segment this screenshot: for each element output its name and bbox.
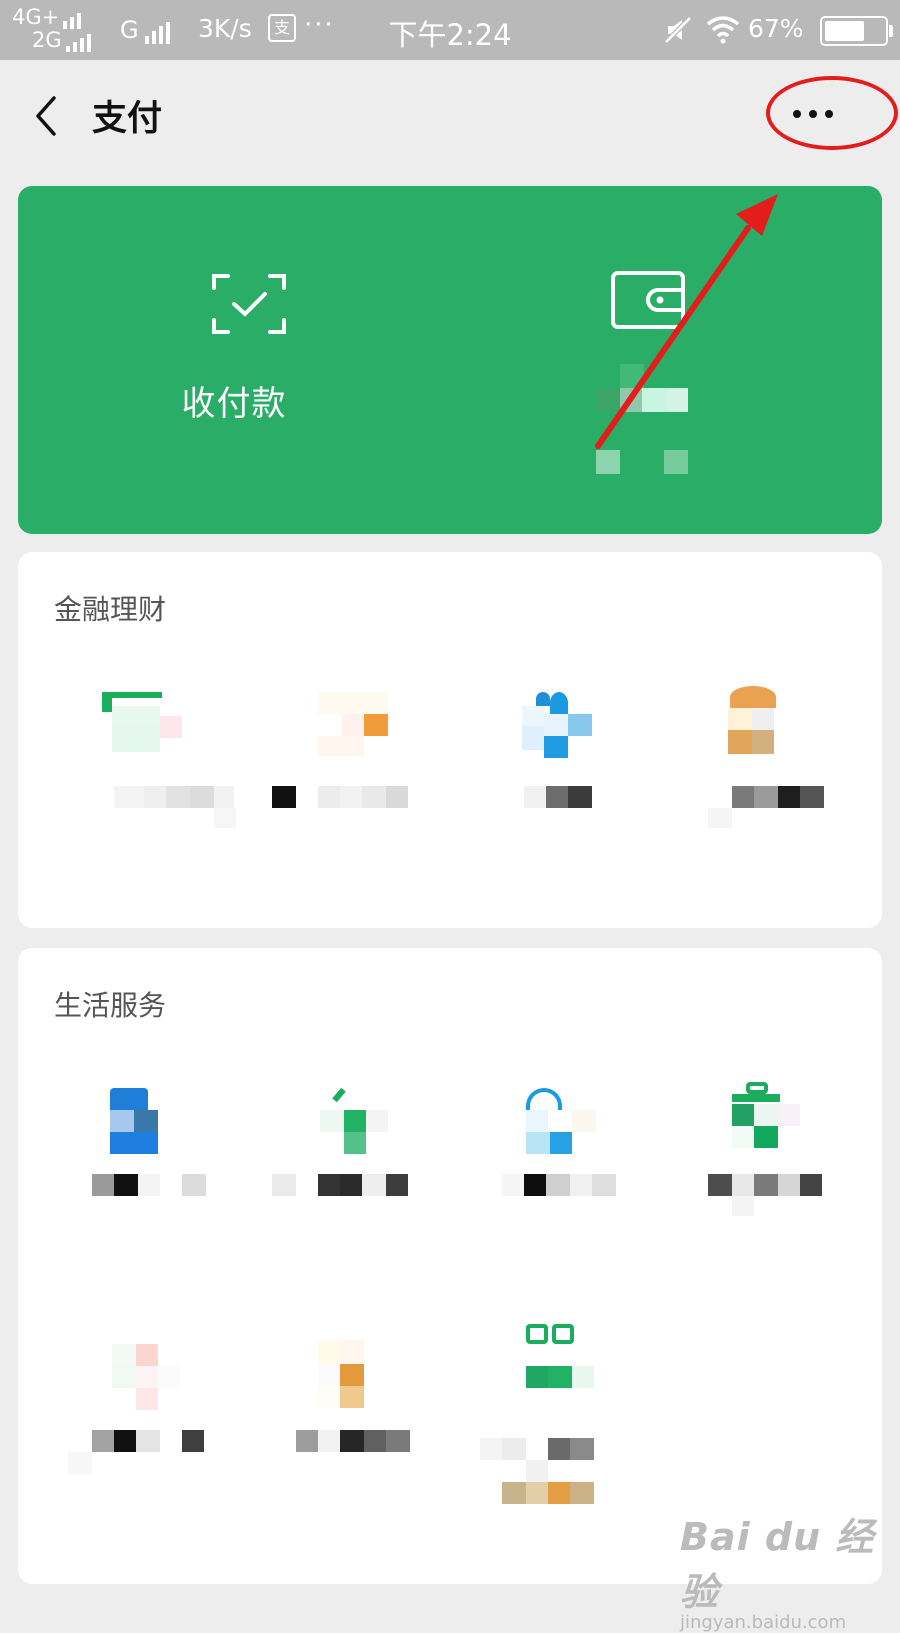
finance-section: 金融理财 [18, 552, 882, 928]
status-bar: 4G+ 2G G 3K/s 支 ··· 下午2:24 67% [0, 0, 900, 60]
wifi-icon [706, 16, 740, 44]
pay-card: 收付款 [18, 186, 882, 534]
battery-percent: 67% [748, 14, 804, 43]
life-services-section: 生活服务 [18, 948, 882, 1584]
watermark-sub: jingyan.baidu.com [680, 1612, 847, 1633]
more-dots-icon[interactable] [776, 92, 850, 136]
life-item-3[interactable] [450, 1088, 666, 1268]
battery-icon [820, 16, 893, 46]
life-item-1[interactable] [18, 1088, 234, 1268]
life-item-2[interactable] [234, 1087, 450, 1268]
section-title: 生活服务 [54, 989, 167, 1022]
finance-item-4[interactable] [666, 686, 882, 872]
wallet-icon [611, 271, 685, 329]
wallet-label-mosaic [596, 364, 694, 484]
collect-payment-button[interactable]: 收付款 [18, 186, 450, 534]
battery-fill [825, 21, 864, 41]
scan-check-icon [212, 274, 286, 334]
wallet-button[interactable] [450, 186, 882, 534]
section-title: 金融理财 [54, 593, 167, 626]
life-item-5[interactable] [18, 1344, 234, 1524]
finance-item-1[interactable] [18, 692, 236, 872]
life-item-4[interactable] [666, 1082, 882, 1268]
finance-item-2[interactable] [234, 692, 450, 872]
life-item-7[interactable] [450, 1324, 666, 1524]
life-item-6[interactable] [234, 1340, 450, 1524]
chevron-left-icon[interactable] [28, 92, 68, 140]
finance-item-3[interactable] [450, 692, 666, 872]
battery-cap [889, 25, 893, 37]
nav-bar: 支付 [0, 60, 900, 180]
collect-payment-label: 收付款 [181, 384, 287, 424]
mute-icon [664, 16, 692, 44]
page-title: 支付 [92, 99, 163, 139]
